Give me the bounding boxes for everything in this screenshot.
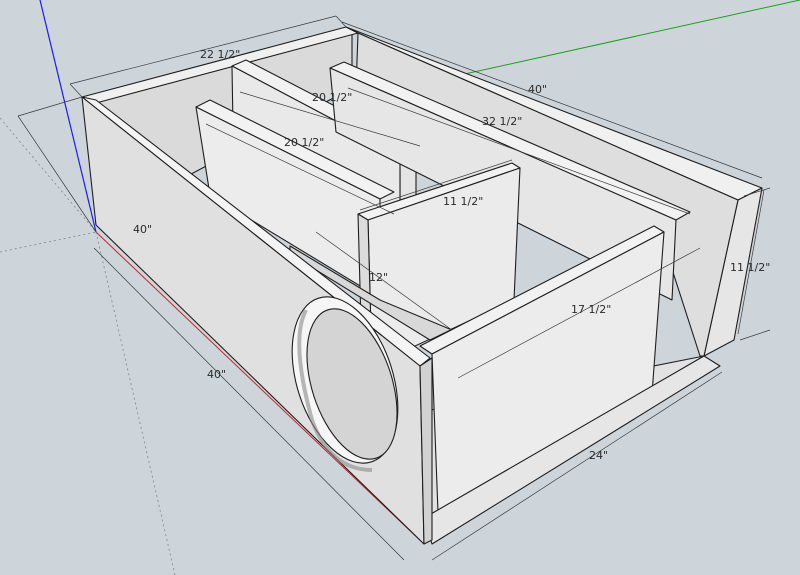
- dim-divider-mid: 20 1/2": [284, 136, 324, 149]
- dim-front-length: 17 1/2": [571, 303, 611, 316]
- dim-side-length: 40": [133, 223, 152, 236]
- dim-front-width: 24": [589, 449, 608, 462]
- dim-back-length: 40": [528, 83, 547, 96]
- dim-bottom-length: 40": [207, 368, 226, 381]
- cad-viewport[interactable]: 22 1/2" 40" 20 1/2" 20 1/2" 32 1/2" 11 1…: [0, 0, 800, 575]
- dim-inner-width: 11 1/2": [443, 195, 483, 208]
- axis-dotted-2: [0, 117, 97, 233]
- dim-panel-height: 12": [369, 271, 388, 284]
- axis-dotted: [0, 231, 97, 253]
- dim-height: 11 1/2": [730, 261, 770, 274]
- subwoofer-box[interactable]: [81, 26, 763, 545]
- dim-divider-back: 20 1/2": [312, 91, 352, 104]
- dim-top-width: 22 1/2": [200, 48, 240, 61]
- dim-port-length: 32 1/2": [482, 115, 522, 128]
